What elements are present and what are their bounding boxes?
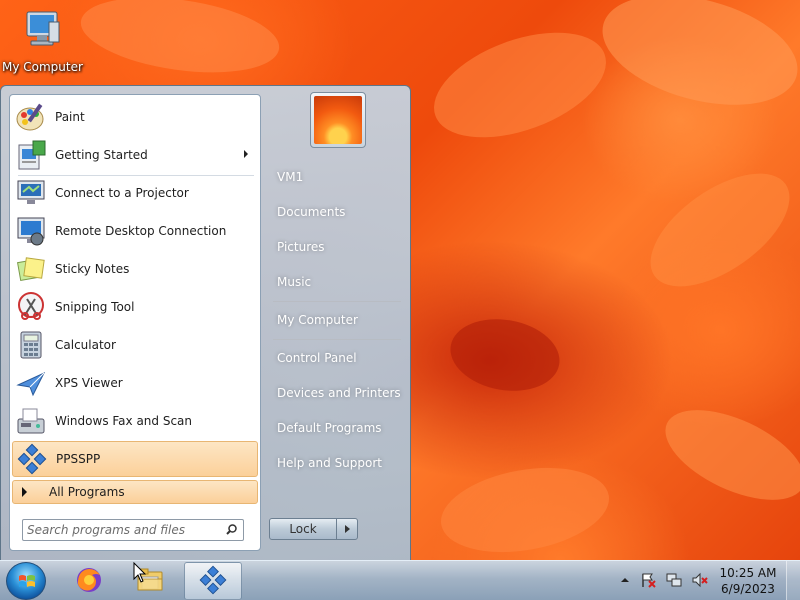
program-fax-scan[interactable]: Windows Fax and Scan [12, 403, 258, 439]
program-calculator[interactable]: Calculator [12, 327, 258, 363]
lock-button[interactable]: Lock [269, 518, 337, 540]
desktop-icon-label: My Computer [2, 60, 83, 74]
ppsspp-icon [198, 565, 228, 598]
ppsspp-icon [16, 443, 48, 475]
network-icon[interactable] [666, 572, 682, 591]
program-label: Sticky Notes [55, 262, 130, 276]
right-item-label: My Computer [277, 313, 358, 327]
search-box[interactable] [22, 519, 244, 541]
program-sticky-notes[interactable]: Sticky Notes [12, 251, 258, 287]
right-item-control-panel[interactable]: Control Panel [269, 343, 405, 373]
expand-arrow-icon [22, 487, 27, 497]
getting-started-icon [15, 139, 47, 171]
sticky-notes-icon [15, 253, 47, 285]
snipping-tool-icon [15, 291, 47, 323]
program-label: Snipping Tool [55, 300, 135, 314]
right-item-label: Default Programs [277, 421, 382, 435]
submenu-arrow-icon [244, 150, 248, 158]
start-orb-icon[interactable] [6, 562, 46, 600]
program-label: Windows Fax and Scan [55, 414, 193, 428]
shutdown-options-arrow-button[interactable] [336, 518, 358, 540]
all-programs-button[interactable]: All Programs [12, 480, 258, 504]
right-item-vm1[interactable]: VM1 [269, 162, 405, 192]
program-label: Connect to a Projector [55, 186, 189, 200]
right-item-label: VM1 [277, 170, 304, 184]
start-menu: Paint Getting Started Connect to a Proje… [0, 85, 411, 561]
right-item-label: Devices and Printers [277, 386, 401, 400]
calculator-icon [15, 329, 47, 361]
right-item-help-support[interactable]: Help and Support [269, 448, 405, 478]
xps-viewer-icon [15, 367, 47, 399]
right-item-documents[interactable]: Documents [269, 197, 405, 227]
fax-scan-icon [15, 405, 47, 437]
projector-icon [15, 177, 47, 209]
paint-icon [15, 101, 47, 133]
computer-icon [19, 8, 63, 58]
clock-time: 10:25 AM [719, 566, 777, 580]
right-item-label: Documents [277, 205, 346, 219]
clock-date: 6/9/2023 [721, 582, 775, 596]
right-item-label: Help and Support [277, 456, 382, 470]
program-label: Paint [55, 110, 85, 124]
remote-desktop-icon [15, 215, 47, 247]
program-label: PPSSPP [56, 452, 101, 466]
program-label: Getting Started [55, 148, 148, 162]
program-connect-projector[interactable]: Connect to a Projector [12, 175, 258, 211]
right-item-pictures[interactable]: Pictures [269, 232, 405, 262]
program-remote-desktop[interactable]: Remote Desktop Connection [12, 213, 258, 249]
taskbar-file-explorer[interactable] [121, 562, 179, 600]
program-snipping-tool[interactable]: Snipping Tool [12, 289, 258, 325]
desktop-icon-my-computer[interactable]: My Computer [2, 8, 83, 74]
user-avatar [314, 96, 362, 144]
divider [273, 339, 401, 340]
firefox-icon [74, 565, 104, 598]
all-programs-label: All Programs [49, 485, 125, 499]
program-getting-started[interactable]: Getting Started [12, 137, 258, 173]
right-item-devices-printers[interactable]: Devices and Printers [269, 378, 405, 408]
right-item-music[interactable]: Music [269, 267, 405, 297]
clock[interactable]: 10:25 AM 6/9/2023 [718, 565, 778, 597]
taskbar-firefox[interactable] [60, 562, 118, 600]
right-item-label: Music [277, 275, 312, 289]
user-picture[interactable] [310, 92, 366, 148]
show-hidden-icons-icon[interactable] [620, 574, 630, 588]
right-item-label: Pictures [277, 240, 325, 254]
program-xps-viewer[interactable]: XPS Viewer [12, 365, 258, 401]
program-label: XPS Viewer [55, 376, 123, 390]
program-paint[interactable]: Paint [12, 99, 258, 135]
right-item-label: Control Panel [277, 351, 357, 365]
right-item-default-programs[interactable]: Default Programs [269, 413, 405, 443]
programs-pane: Paint Getting Started Connect to a Proje… [9, 94, 261, 551]
program-label: Remote Desktop Connection [55, 224, 227, 238]
action-center-flag-icon[interactable] [640, 572, 656, 591]
program-ppsspp[interactable]: PPSSPP [12, 441, 258, 477]
show-desktop-button[interactable] [786, 561, 800, 600]
right-item-my-computer[interactable]: My Computer [269, 305, 405, 335]
divider [273, 301, 401, 302]
search-input[interactable] [23, 521, 213, 539]
taskbar-ppsspp[interactable] [184, 562, 242, 600]
mouse-cursor-icon [133, 561, 147, 584]
taskbar: 10:25 AM 6/9/2023 [0, 560, 800, 600]
program-label: Calculator [55, 338, 116, 352]
search-icon[interactable] [226, 524, 237, 535]
volume-muted-icon[interactable] [692, 572, 708, 591]
system-tray [620, 571, 708, 591]
